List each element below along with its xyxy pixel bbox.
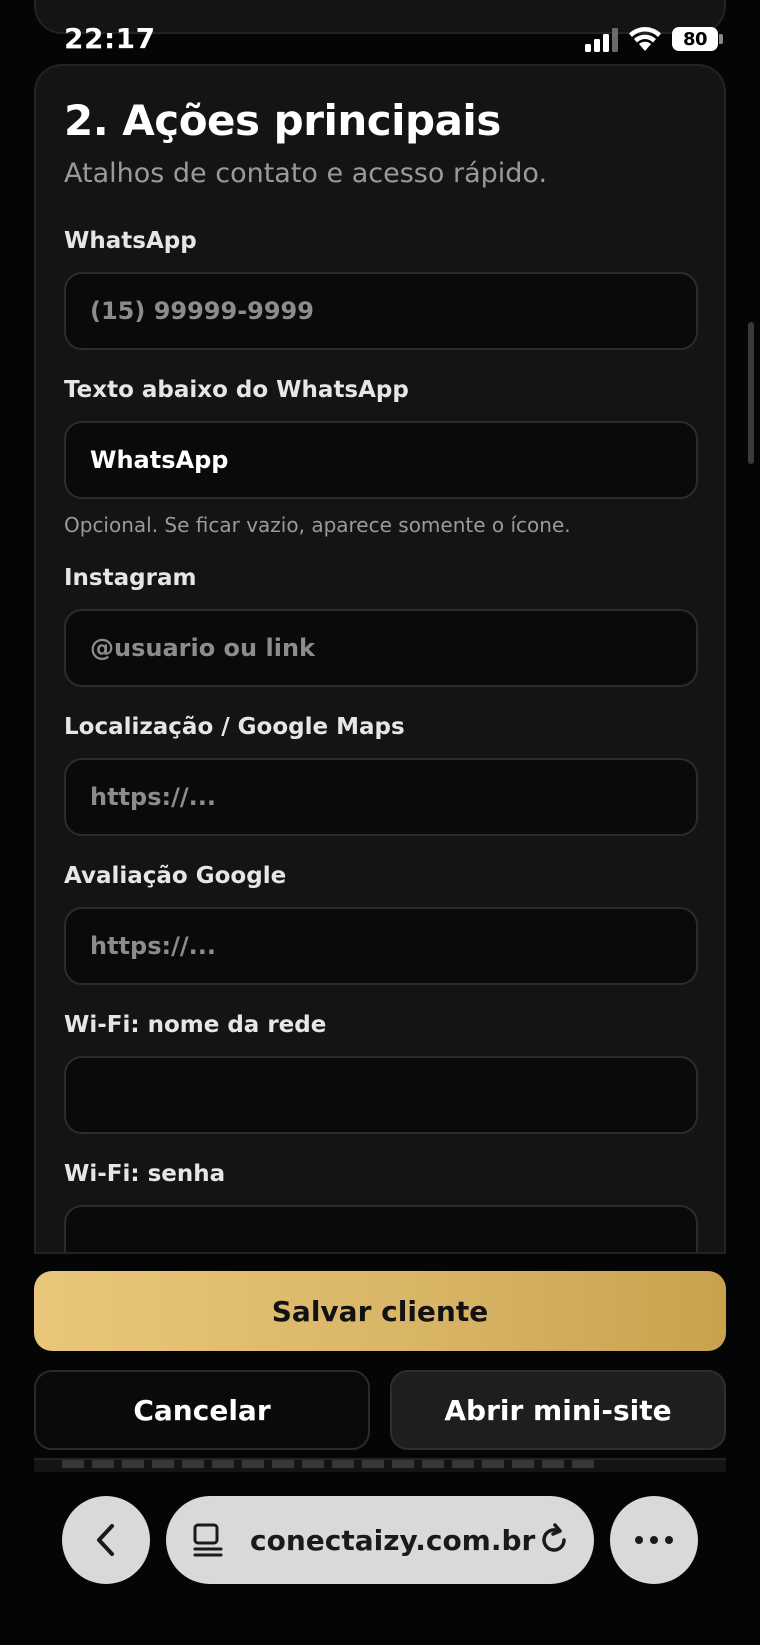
browser-toolbar: conectaizy.com.br xyxy=(0,1472,760,1645)
instagram-placeholder: @usuario ou link xyxy=(90,634,315,662)
section-subtitle: Atalhos de contato e acesso rápido. xyxy=(64,158,548,189)
whatsapp-placeholder: (15) 99999-9999 xyxy=(90,297,314,325)
wifi-password-label: Wi-Fi: senha xyxy=(64,1161,226,1187)
address-bar[interactable]: conectaizy.com.br xyxy=(166,1496,594,1584)
instagram-input[interactable]: @usuario ou link xyxy=(64,609,698,687)
wifi-icon xyxy=(629,27,661,51)
more-button[interactable] xyxy=(610,1496,698,1584)
page-scrollbar[interactable] xyxy=(748,322,754,464)
back-button[interactable] xyxy=(62,1496,150,1584)
back-icon xyxy=(97,1524,114,1556)
review-placeholder: https://... xyxy=(90,932,216,960)
cancel-button[interactable]: Cancelar xyxy=(34,1370,370,1450)
battery-level: 80 xyxy=(682,28,708,50)
location-placeholder: https://... xyxy=(90,783,216,811)
status-bar: 22:17 80 xyxy=(0,0,760,60)
battery-icon: 80 xyxy=(672,27,718,51)
next-section-card xyxy=(34,1458,726,1472)
wifi-name-input[interactable] xyxy=(64,1056,698,1134)
tabs-icon xyxy=(193,1523,223,1557)
whatsapp-text-label: Texto abaixo do WhatsApp xyxy=(64,377,409,403)
battery-tip xyxy=(719,34,723,44)
signal-icon xyxy=(585,28,618,52)
instagram-label: Instagram xyxy=(64,565,197,591)
save-client-button[interactable]: Salvar cliente xyxy=(34,1271,726,1351)
next-section-title-clipped xyxy=(62,1460,602,1468)
review-label: Avaliação Google xyxy=(64,863,287,889)
whatsapp-label: WhatsApp xyxy=(64,228,197,254)
reload-icon[interactable] xyxy=(536,1522,572,1558)
section-title: 2. Ações principais xyxy=(64,96,501,145)
url-text: conectaizy.com.br xyxy=(250,1524,536,1557)
whatsapp-text-input[interactable]: WhatsApp xyxy=(64,421,698,499)
whatsapp-text-value: WhatsApp xyxy=(90,446,229,474)
actions-section-card: 2. Ações principais Atalhos de contato e… xyxy=(34,64,726,1254)
more-icon xyxy=(635,1536,673,1544)
wifi-password-input[interactable] xyxy=(64,1205,698,1252)
location-input[interactable]: https://... xyxy=(64,758,698,836)
open-mini-site-button[interactable]: Abrir mini-site xyxy=(390,1370,726,1450)
status-time: 22:17 xyxy=(64,22,156,55)
review-input[interactable]: https://... xyxy=(64,907,698,985)
whatsapp-text-hint: Opcional. Se ficar vazio, aparece soment… xyxy=(64,513,571,537)
app-screen: 22:17 80 2. Ações principais Atalhos de … xyxy=(0,0,760,1645)
wifi-name-label: Wi-Fi: nome da rede xyxy=(64,1012,327,1038)
whatsapp-input[interactable]: (15) 99999-9999 xyxy=(64,272,698,350)
location-label: Localização / Google Maps xyxy=(64,714,405,740)
